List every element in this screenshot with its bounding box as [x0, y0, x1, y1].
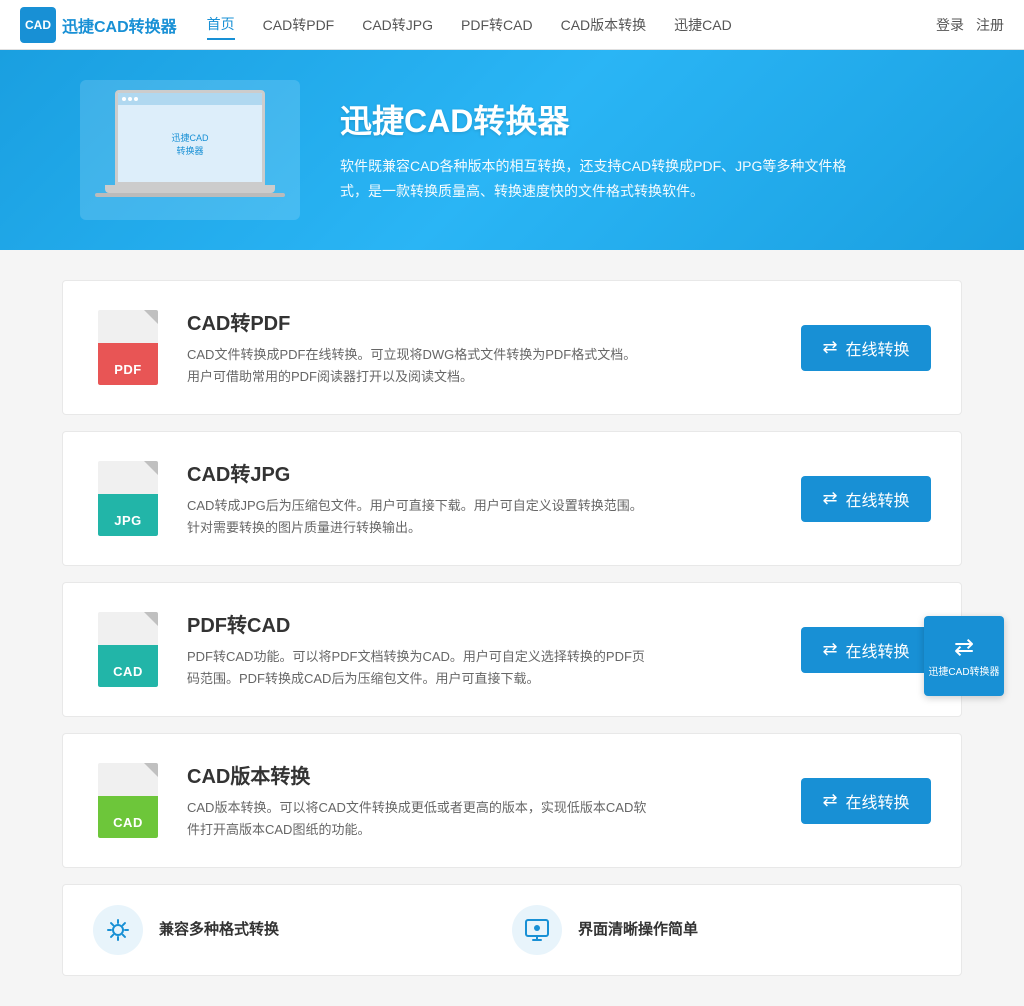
convert-icon-cad-pdf: ⇄	[822, 337, 837, 358]
features-row: 兼容多种格式转换 界面清晰操作简单	[62, 884, 962, 976]
convert-icon-pdf-cad: ⇄	[822, 639, 837, 660]
monitor-icon	[523, 916, 551, 944]
conv-title-cad-jpg: CAD转JPG	[187, 458, 777, 487]
feature-multi-format: 兼容多种格式转换	[93, 905, 512, 955]
nav-link-pdf-cad[interactable]: PDF转CAD	[461, 11, 533, 39]
conv-desc-cad-version: CAD版本转换。可以将CAD文件转换成更低或者更高的版本，实现低版本CAD软件打…	[187, 797, 647, 841]
nav-logo-text: 迅捷CAD转换器	[62, 13, 177, 37]
conv-btn-cad-version[interactable]: ⇄ 在线转换	[801, 778, 931, 824]
feature-title-multi: 兼容多种格式转换	[159, 918, 279, 939]
conv-card-cad-version: CAD CAD版本转换 CAD版本转换。可以将CAD文件转换成更低或者更高的版本…	[62, 733, 962, 868]
conv-icon-pdf: PDF	[93, 305, 163, 390]
feature-text-multi: 兼容多种格式转换	[159, 918, 279, 943]
conv-desc-cad-jpg: CAD转成JPG后为压缩包文件。用户可直接下载。用户可自定义设置转换范围。针对需…	[187, 495, 647, 539]
conv-desc-cad-pdf: CAD文件转换成PDF在线转换。可立现将DWG格式文件转换为PDF格式文档。用户…	[187, 344, 647, 388]
conv-btn-pdf-cad[interactable]: ⇄ 在线转换	[801, 627, 931, 673]
nav-links: 首页 CAD转PDF CAD转JPG PDF转CAD CAD版本转换 迅捷CAD	[207, 10, 936, 40]
conv-info-cad-version: CAD版本转换 CAD版本转换。可以将CAD文件转换成更低或者更高的版本，实现低…	[187, 760, 777, 841]
conv-icon-cad-version: CAD	[93, 758, 163, 843]
conv-card-pdf-cad: CAD PDF转CAD PDF转CAD功能。可以将PDF文档转换为CAD。用户可…	[62, 582, 962, 717]
convert-icon-cad-jpg: ⇄	[822, 488, 837, 509]
main-content: PDF CAD转PDF CAD文件转换成PDF在线转换。可立现将DWG格式文件转…	[62, 280, 962, 976]
conv-info-pdf-cad: PDF转CAD PDF转CAD功能。可以将PDF文档转换为CAD。用户可自定义选…	[187, 609, 777, 690]
conv-btn-label-cad-version: 在线转换	[846, 789, 910, 813]
hero-text: 迅捷CAD转换器 软件既兼容CAD各种版本的相互转换，还支持CAD转换成PDF、…	[340, 96, 860, 204]
conv-btn-label-pdf-cad: 在线转换	[846, 638, 910, 662]
pdf-file-body: PDF	[98, 310, 158, 385]
feature-simple-ui: 界面清晰操作简单	[512, 905, 931, 955]
conv-title-cad-pdf: CAD转PDF	[187, 307, 777, 336]
hero-title: 迅捷CAD转换器	[340, 96, 860, 142]
conv-icon-jpg: JPG	[93, 456, 163, 541]
feature-icon-ui	[512, 905, 562, 955]
nav-logo[interactable]: CAD 迅捷CAD转换器	[20, 7, 177, 43]
laptop-mockup: 迅捷CAD转换器	[95, 90, 285, 210]
float-cad-button[interactable]: ⇄ 迅捷CAD转换器	[924, 616, 1004, 696]
conv-info-cad-jpg: CAD转JPG CAD转成JPG后为压缩包文件。用户可直接下载。用户可自定义设置…	[187, 458, 777, 539]
nav-link-xunjie-cad[interactable]: 迅捷CAD	[674, 11, 732, 39]
hero-banner: 迅捷CAD转换器 迅捷CAD转换器 软件既兼容CAD各种版本的相互转换，还支持C…	[0, 50, 1024, 250]
navbar: CAD 迅捷CAD转换器 首页 CAD转PDF CAD转JPG PDF转CAD …	[0, 0, 1024, 50]
cad-version-file-body: CAD	[98, 763, 158, 838]
hero-desc: 软件既兼容CAD各种版本的相互转换，还支持CAD转换成PDF、JPG等多种文件格…	[340, 154, 860, 204]
float-cad-icon: ⇄	[954, 633, 974, 662]
conv-btn-cad-jpg[interactable]: ⇄ 在线转换	[801, 476, 931, 522]
hero-image: 迅捷CAD转换器	[80, 80, 300, 220]
float-cad-label: 迅捷CAD转换器	[928, 666, 999, 679]
nav-link-cad-pdf[interactable]: CAD转PDF	[263, 11, 335, 39]
pdf-badge: PDF	[114, 362, 142, 377]
jpg-file-body: JPG	[98, 461, 158, 536]
nav-link-cad-version[interactable]: CAD版本转换	[561, 11, 647, 39]
cad-from-pdf-file-body: CAD	[98, 612, 158, 687]
nav-login[interactable]: 登录	[936, 15, 964, 35]
cad-from-pdf-badge: CAD	[113, 664, 143, 679]
conv-info-cad-pdf: CAD转PDF CAD文件转换成PDF在线转换。可立现将DWG格式文件转换为PD…	[187, 307, 777, 388]
nav-auth: 登录 注册	[936, 15, 1004, 35]
conv-card-cad-pdf: PDF CAD转PDF CAD文件转换成PDF在线转换。可立现将DWG格式文件转…	[62, 280, 962, 415]
conv-btn-label-cad-pdf: 在线转换	[846, 336, 910, 360]
nav-logo-icon: CAD	[20, 7, 56, 43]
convert-icon-cad-version: ⇄	[822, 790, 837, 811]
conv-title-pdf-cad: PDF转CAD	[187, 609, 777, 638]
gear-icon	[104, 916, 132, 944]
conv-title-cad-version: CAD版本转换	[187, 760, 777, 789]
conv-card-cad-jpg: JPG CAD转JPG CAD转成JPG后为压缩包文件。用户可直接下载。用户可自…	[62, 431, 962, 566]
nav-link-home[interactable]: 首页	[207, 10, 235, 40]
conv-desc-pdf-cad: PDF转CAD功能。可以将PDF文档转换为CAD。用户可自定义选择转换的PDF页…	[187, 646, 647, 690]
feature-text-ui: 界面清晰操作简单	[578, 918, 698, 943]
nav-link-cad-jpg[interactable]: CAD转JPG	[362, 11, 433, 39]
conv-btn-cad-pdf[interactable]: ⇄ 在线转换	[801, 325, 931, 371]
cad-version-badge: CAD	[113, 815, 143, 830]
nav-register[interactable]: 注册	[976, 15, 1004, 35]
jpg-badge: JPG	[114, 513, 142, 528]
conv-icon-cad-from-pdf: CAD	[93, 607, 163, 692]
conv-btn-label-cad-jpg: 在线转换	[846, 487, 910, 511]
feature-icon-multi	[93, 905, 143, 955]
feature-title-ui: 界面清晰操作简单	[578, 918, 698, 939]
